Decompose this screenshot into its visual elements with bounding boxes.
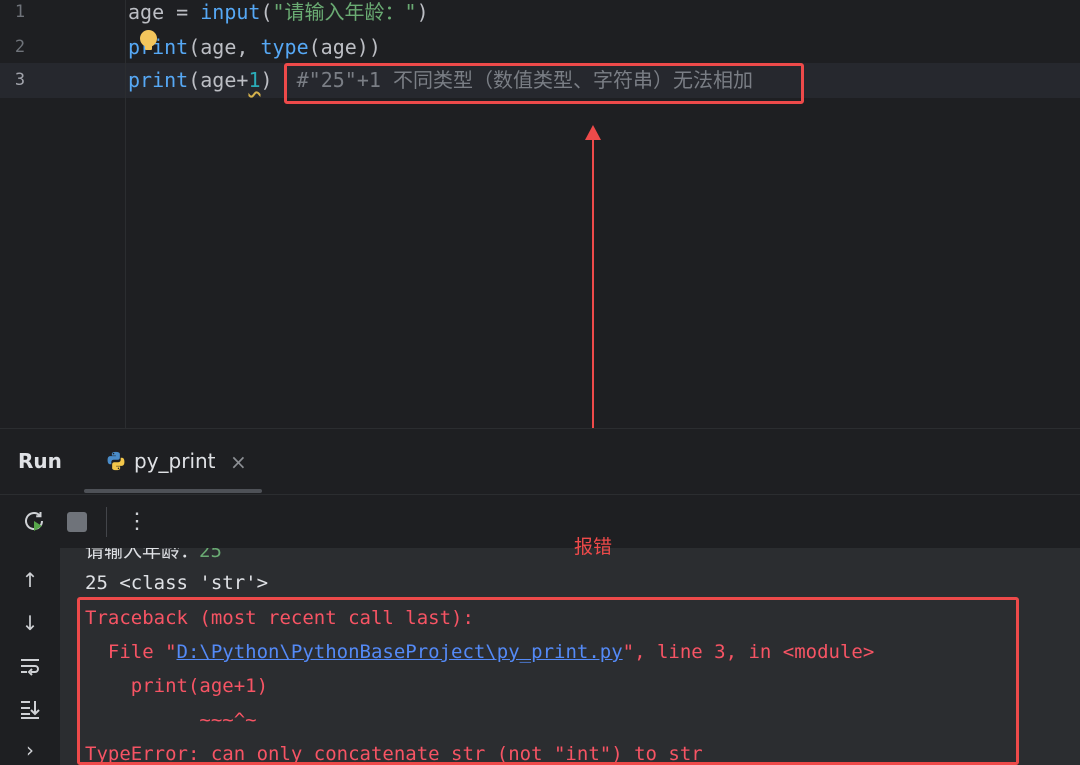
token-string: "请输入年龄：" — [272, 0, 417, 24]
scroll-to-end-icon[interactable] — [17, 696, 43, 722]
python-icon — [107, 451, 125, 471]
token-fn-print: print — [128, 68, 189, 92]
arrow-up-icon[interactable]: ↑ — [17, 567, 43, 593]
console-side-toolbar: ↑ ↓ › — [0, 548, 60, 765]
code-line-1[interactable]: age = input("请输入年龄：") — [128, 0, 429, 30]
annotation-label: 报错 — [574, 536, 613, 558]
run-panel-title: Run — [18, 449, 62, 473]
token-paren: ) — [416, 0, 429, 24]
toolbar-separator — [106, 507, 107, 537]
token-paren: ) — [260, 68, 273, 92]
annotation-box-traceback — [77, 597, 1019, 765]
token-fn-type: type — [260, 35, 309, 59]
line-number-1[interactable]: 1 — [0, 0, 40, 30]
lightbulb-icon[interactable] — [140, 30, 157, 50]
annotation-box-comment — [284, 63, 804, 104]
arrow-down-icon[interactable]: ↓ — [17, 610, 43, 636]
chevron-right-icon[interactable]: › — [17, 737, 43, 763]
token-fn-input: input — [200, 0, 261, 24]
prompt-input-value: 25 — [199, 548, 222, 562]
token-args: (age, — [188, 35, 261, 59]
stop-icon[interactable] — [67, 512, 87, 532]
token-paren: ( — [260, 0, 273, 24]
prompt-text: 请输入年龄： — [85, 548, 200, 562]
token-var: age — [128, 0, 165, 24]
line-number-3[interactable]: 3 — [0, 63, 40, 98]
rerun-icon[interactable] — [23, 510, 47, 534]
close-icon[interactable]: × — [230, 450, 247, 474]
token-fn-print-a: p — [128, 35, 141, 59]
soft-wrap-icon[interactable] — [17, 653, 43, 679]
console-prompt-line: 请输入年龄：25 — [85, 548, 222, 568]
line-number-2[interactable]: 2 — [0, 30, 40, 65]
gutter-divider — [125, 0, 126, 428]
console-output-line: 25 <class 'str'> — [85, 572, 269, 594]
active-tab-indicator — [84, 489, 262, 493]
token-op: = — [164, 0, 201, 24]
token-args: (age+ — [188, 68, 249, 92]
token-args: (age)) — [308, 35, 381, 59]
more-options-icon[interactable]: ⋮ — [126, 507, 148, 537]
run-toolbar — [0, 494, 1080, 548]
tab-label: py_print — [134, 449, 216, 473]
token-number: 1 — [248, 68, 261, 92]
code-line-2[interactable]: print(age, type(age)) — [128, 30, 381, 65]
